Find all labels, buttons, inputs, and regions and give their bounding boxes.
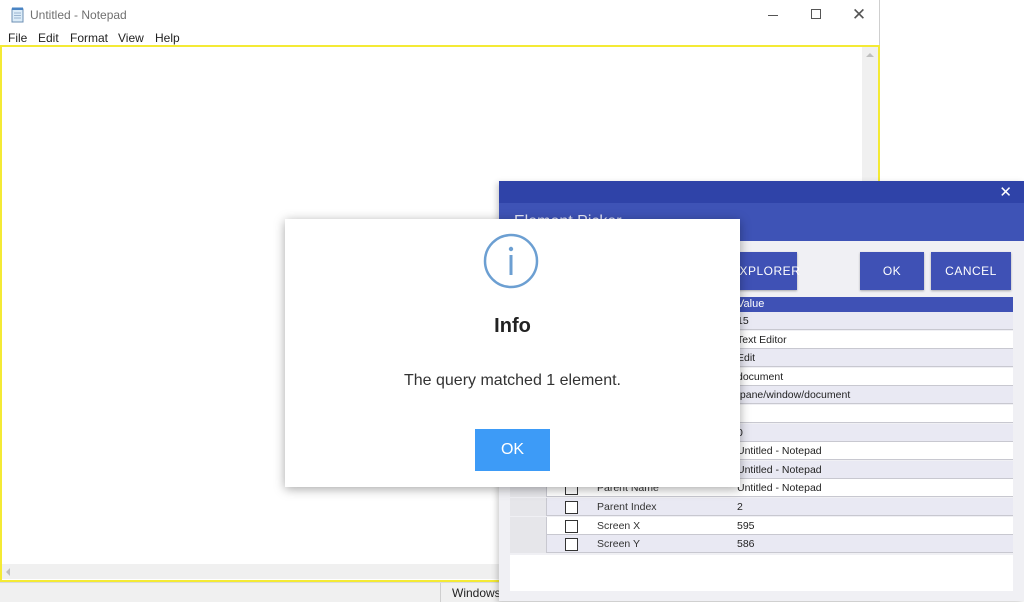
property-value: 586 [737, 538, 755, 551]
status-divider [440, 583, 441, 602]
menu-format[interactable]: Format [70, 31, 108, 45]
row-gutter [510, 535, 547, 554]
table-row[interactable]: Screen Y 586 [510, 535, 1013, 554]
menu-view[interactable]: View [118, 31, 144, 45]
maximize-button[interactable] [793, 0, 839, 30]
menu-edit[interactable]: Edit [38, 31, 59, 45]
property-value: Text Editor [737, 333, 787, 346]
info-dialog: Info The query matched 1 element. OK [285, 219, 740, 487]
row-checkbox[interactable] [565, 519, 578, 533]
menu-file[interactable]: File [8, 31, 27, 45]
menu-help[interactable]: Help [155, 31, 180, 45]
explorer-button[interactable]: EXPLORER [731, 252, 800, 290]
value-column-header: Value [737, 298, 765, 310]
notepad-icon [11, 7, 24, 23]
info-icon [483, 233, 539, 289]
property-value: Untitled - Notepad [737, 445, 822, 458]
picker-close-icon[interactable]: ✕ [999, 183, 1012, 201]
scroll-up-icon[interactable] [866, 53, 874, 57]
table-row[interactable]: Screen X 595 [510, 516, 1013, 535]
property-name: Parent Index [597, 501, 657, 513]
close-button[interactable]: ✕ [836, 0, 882, 30]
table-row[interactable]: Parent Index 2 [510, 498, 1013, 516]
property-name: Screen Y [597, 538, 640, 551]
table-empty-area [510, 555, 1013, 591]
property-value: document [737, 370, 784, 383]
scroll-left-icon[interactable] [6, 568, 10, 576]
property-value: /pane/window/document [737, 389, 851, 402]
row-checkbox[interactable] [565, 538, 578, 552]
picker-ok-button[interactable]: OK [860, 252, 924, 290]
info-message: The query matched 1 element. [403, 372, 621, 389]
notepad-titlebar[interactable]: Untitled - Notepad ✕ [0, 0, 880, 30]
status-line-ending: Windows [452, 586, 501, 600]
row-checkbox[interactable] [565, 501, 578, 514]
picker-titlebar[interactable]: ✕ [499, 181, 1024, 203]
notepad-title: Untitled - Notepad [30, 8, 127, 22]
property-value: Untitled - Notepad [737, 463, 822, 476]
property-value: 2 [737, 501, 743, 513]
minimize-icon [768, 15, 778, 16]
picker-cancel-button[interactable]: CANCEL [931, 252, 1011, 290]
row-gutter [510, 498, 547, 516]
maximize-icon [811, 9, 821, 19]
property-name: Screen X [597, 519, 641, 532]
info-title: Info [494, 315, 531, 337]
info-ok-button[interactable]: OK [475, 429, 550, 471]
property-value: 595 [737, 519, 755, 532]
property-value: Untitled - Notepad [737, 482, 822, 495]
close-icon: ✕ [851, 5, 867, 24]
minimize-button[interactable] [750, 0, 796, 30]
row-gutter [510, 516, 547, 535]
